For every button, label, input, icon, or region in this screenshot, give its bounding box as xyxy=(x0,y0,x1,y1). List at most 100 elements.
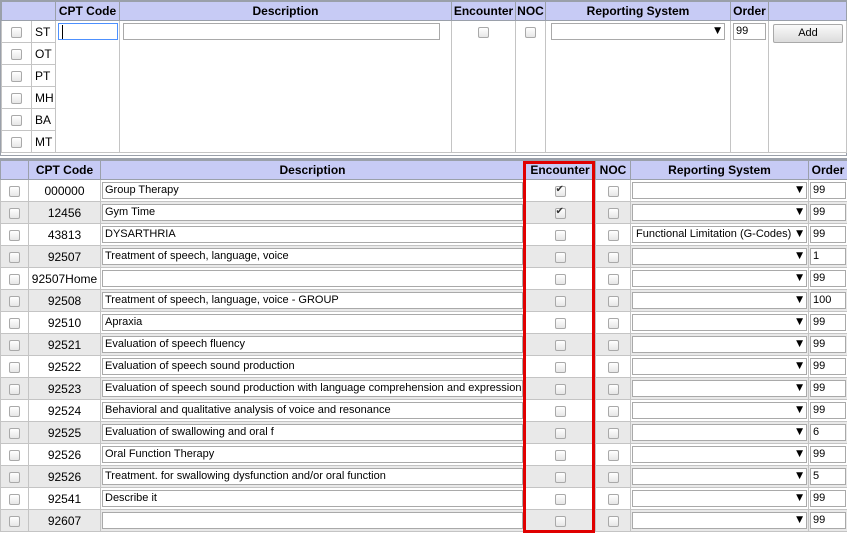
description-input[interactable]: Oral Function Therapy xyxy=(102,446,523,463)
order-input[interactable]: 99 xyxy=(810,226,846,243)
description-input[interactable]: Treatment of speech, language, voice - G… xyxy=(102,292,523,309)
discipline-checkbox[interactable] xyxy=(11,70,22,82)
noc-checkbox[interactable] xyxy=(607,295,619,307)
description-input[interactable]: Evaluation of swallowing and oral f xyxy=(102,424,523,441)
noc-checkbox[interactable] xyxy=(525,27,536,39)
reporting-system-select[interactable]: Functional Limitation (G-Codes) ▼ xyxy=(632,226,807,243)
noc-checkbox[interactable] xyxy=(607,339,619,351)
reporting-system-select[interactable]: ▼ xyxy=(632,468,807,485)
row-select-checkbox[interactable] xyxy=(9,493,20,505)
order-input[interactable]: 5 xyxy=(810,468,846,485)
row-select-checkbox[interactable] xyxy=(9,449,20,461)
noc-checkbox[interactable] xyxy=(607,427,619,439)
encounter-checkbox[interactable] xyxy=(554,515,566,527)
order-input[interactable]: 1 xyxy=(810,248,846,265)
order-input[interactable]: 99 xyxy=(810,270,846,287)
discipline-checkbox[interactable] xyxy=(11,48,22,60)
encounter-checkbox[interactable] xyxy=(554,449,566,461)
description-input[interactable]: Group Therapy xyxy=(102,182,523,199)
description-input[interactable]: Evaluation of speech fluency xyxy=(102,336,523,353)
noc-checkbox[interactable] xyxy=(607,471,619,483)
reporting-system-select[interactable]: ▼ xyxy=(551,23,725,40)
row-select-checkbox[interactable] xyxy=(9,427,20,439)
row-select-checkbox[interactable] xyxy=(9,295,20,307)
encounter-checkbox[interactable] xyxy=(554,339,566,351)
order-input[interactable]: 99 xyxy=(810,380,846,397)
description-input[interactable]: Behavioral and qualitative analysis of v… xyxy=(102,402,523,419)
discipline-checkbox[interactable] xyxy=(11,26,22,38)
discipline-checkbox[interactable] xyxy=(11,114,22,126)
encounter-checkbox[interactable] xyxy=(478,27,489,39)
noc-checkbox[interactable] xyxy=(607,251,619,263)
reporting-system-select[interactable]: ▼ xyxy=(632,314,807,331)
encounter-checkbox[interactable] xyxy=(554,383,566,395)
order-input[interactable]: 99 xyxy=(810,314,846,331)
noc-checkbox[interactable] xyxy=(607,493,619,505)
noc-checkbox[interactable] xyxy=(607,361,619,373)
row-select-checkbox[interactable] xyxy=(9,251,20,263)
noc-checkbox[interactable] xyxy=(607,207,619,219)
order-input[interactable]: 100 xyxy=(810,292,846,309)
cpt-code-input[interactable] xyxy=(58,23,118,40)
row-select-checkbox[interactable] xyxy=(9,515,20,527)
noc-checkbox[interactable] xyxy=(607,515,619,527)
order-input[interactable]: 99 xyxy=(810,204,846,221)
reporting-system-select[interactable]: ▼ xyxy=(632,248,807,265)
order-input[interactable]: 99 xyxy=(810,358,846,375)
noc-checkbox[interactable] xyxy=(607,229,619,241)
description-input[interactable]: Evaluation of speech sound production xyxy=(102,358,523,375)
row-select-checkbox[interactable] xyxy=(9,361,20,373)
description-input[interactable]: Evaluation of speech sound production wi… xyxy=(102,380,523,397)
order-input[interactable]: 99 xyxy=(733,23,766,40)
noc-checkbox[interactable] xyxy=(607,405,619,417)
order-input[interactable]: 99 xyxy=(810,446,846,463)
encounter-checkbox[interactable] xyxy=(554,405,566,417)
row-select-checkbox[interactable] xyxy=(9,207,20,219)
row-select-checkbox[interactable] xyxy=(9,185,20,197)
reporting-system-select[interactable]: ▼ xyxy=(632,204,807,221)
noc-checkbox[interactable] xyxy=(607,185,619,197)
noc-checkbox[interactable] xyxy=(607,273,619,285)
noc-checkbox[interactable] xyxy=(607,449,619,461)
discipline-checkbox[interactable] xyxy=(11,92,22,104)
order-input[interactable]: 99 xyxy=(810,512,846,529)
encounter-checkbox[interactable] xyxy=(554,295,566,307)
order-input[interactable]: 99 xyxy=(810,182,846,199)
discipline-checkbox[interactable] xyxy=(11,136,22,148)
encounter-checkbox[interactable] xyxy=(554,427,566,439)
noc-checkbox[interactable] xyxy=(607,383,619,395)
reporting-system-select[interactable]: ▼ xyxy=(632,490,807,507)
description-input[interactable]: Apraxia xyxy=(102,314,523,331)
description-input[interactable]: Treatment of speech, language, voice xyxy=(102,248,523,265)
encounter-checkbox[interactable] xyxy=(554,184,566,197)
row-select-checkbox[interactable] xyxy=(9,317,20,329)
description-input[interactable] xyxy=(102,270,523,287)
description-input[interactable]: DYSARTHRIA xyxy=(102,226,523,243)
reporting-system-select[interactable]: ▼ xyxy=(632,358,807,375)
row-select-checkbox[interactable] xyxy=(9,471,20,483)
encounter-checkbox[interactable] xyxy=(554,273,566,285)
order-input[interactable]: 99 xyxy=(810,336,846,353)
row-select-checkbox[interactable] xyxy=(9,229,20,241)
encounter-checkbox[interactable] xyxy=(554,229,566,241)
row-select-checkbox[interactable] xyxy=(9,383,20,395)
description-input[interactable]: Describe it xyxy=(102,490,523,507)
encounter-checkbox[interactable] xyxy=(554,471,566,483)
reporting-system-select[interactable]: ▼ xyxy=(632,182,807,199)
encounter-checkbox[interactable] xyxy=(554,317,566,329)
description-input[interactable]: Treatment. for swallowing dysfunction an… xyxy=(102,468,523,485)
order-input[interactable]: 99 xyxy=(810,402,846,419)
row-select-checkbox[interactable] xyxy=(9,405,20,417)
reporting-system-select[interactable]: ▼ xyxy=(632,424,807,441)
description-input[interactable] xyxy=(102,512,523,529)
reporting-system-select[interactable]: ▼ xyxy=(632,270,807,287)
reporting-system-select[interactable]: ▼ xyxy=(632,336,807,353)
row-select-checkbox[interactable] xyxy=(9,339,20,351)
reporting-system-select[interactable]: ▼ xyxy=(632,380,807,397)
reporting-system-select[interactable]: ▼ xyxy=(632,292,807,309)
encounter-checkbox[interactable] xyxy=(554,361,566,373)
row-select-checkbox[interactable] xyxy=(9,273,20,285)
reporting-system-select[interactable]: ▼ xyxy=(632,402,807,419)
noc-checkbox[interactable] xyxy=(607,317,619,329)
description-input[interactable]: Gym Time xyxy=(102,204,523,221)
